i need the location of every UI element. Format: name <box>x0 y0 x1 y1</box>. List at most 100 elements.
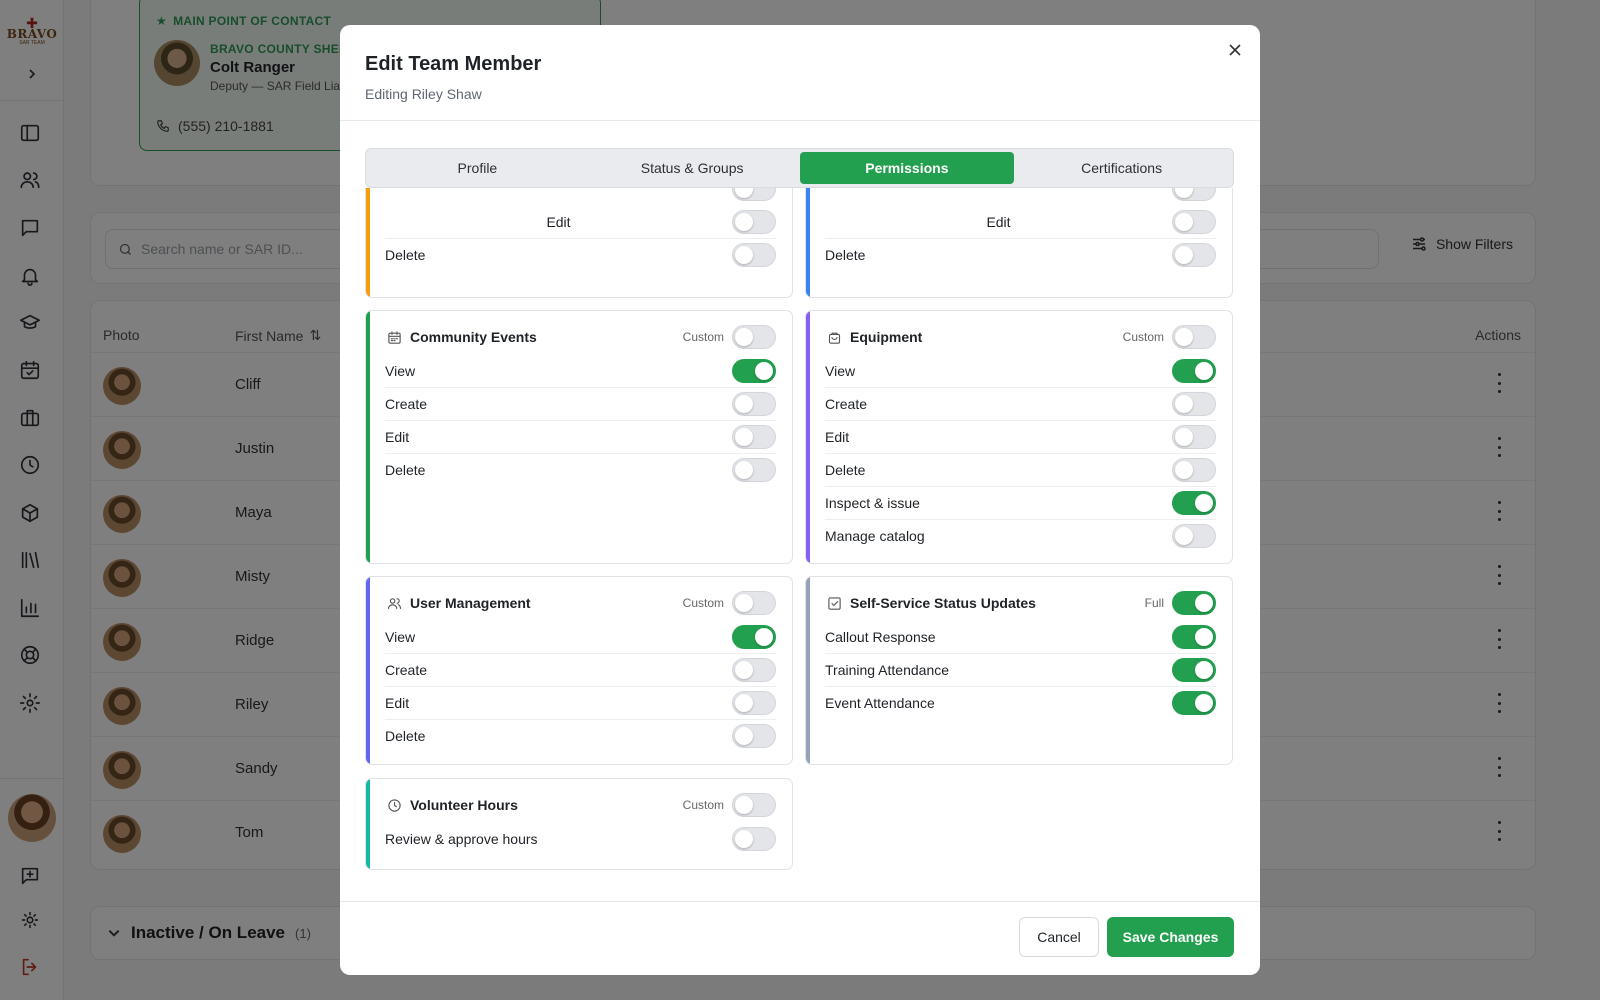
permission-label: Edit <box>385 428 410 445</box>
permission-toggle[interactable] <box>732 723 776 748</box>
save-changes-button[interactable]: Save Changes <box>1107 917 1234 957</box>
permission-label: Inspect & issue <box>825 494 920 511</box>
permission-label: Edit <box>546 213 571 230</box>
permission-toggle[interactable] <box>732 424 776 449</box>
permission-row: Edit <box>385 205 776 238</box>
permission-toggle[interactable] <box>1172 424 1216 449</box>
permission-card-partial: Edit Delete <box>805 188 1233 298</box>
close-icon <box>1229 44 1241 56</box>
permissions-scroll-area[interactable]: Edit Delete Edit Delete Community Events Cust… <box>365 188 1234 900</box>
section-title: Volunteer Hours <box>410 797 518 813</box>
permission-toggle[interactable] <box>1172 624 1216 649</box>
permission-row: Inspect & issue <box>825 486 1216 519</box>
permission-toggle[interactable] <box>1172 358 1216 383</box>
permission-toggle[interactable] <box>732 188 776 201</box>
permission-toggle[interactable] <box>732 826 776 851</box>
permission-toggle[interactable] <box>1172 457 1216 482</box>
permission-label: Create <box>385 395 428 412</box>
permission-label: Review & approve hours <box>385 830 538 847</box>
tab-permissions[interactable]: Permissions <box>799 152 1015 184</box>
permission-toggle[interactable] <box>732 242 776 267</box>
permission-toggle[interactable] <box>732 209 776 234</box>
permission-label: View <box>385 362 416 379</box>
permission-label: Training Attendance <box>825 661 950 678</box>
permission-row: Edit <box>825 205 1216 238</box>
permission-toggle[interactable] <box>1172 188 1216 201</box>
permission-card-user-management: User Management Custom View Create Edit Delet… <box>365 576 793 765</box>
dialog-subtitle: Editing Riley Shaw <box>365 86 482 102</box>
permission-toggle[interactable] <box>1172 657 1216 682</box>
permission-row: Delete <box>825 453 1216 486</box>
calendar-icon <box>386 329 402 345</box>
permission-toggle[interactable] <box>732 624 776 649</box>
permission-label: Callout Response <box>825 628 936 645</box>
permission-row: Edit <box>825 420 1216 453</box>
permission-card-partial: Edit Delete <box>365 188 793 298</box>
cancel-button[interactable]: Cancel <box>1019 917 1099 957</box>
permission-label: Create <box>385 661 428 678</box>
permission-row: View <box>385 620 776 653</box>
permission-row: Review & approve hours <box>385 822 776 855</box>
permission-label: View <box>385 628 416 645</box>
permission-label: Delete <box>825 461 866 478</box>
permission-row: Delete <box>385 238 776 271</box>
permission-toggle[interactable] <box>1172 209 1216 234</box>
permission-label: Delete <box>825 246 866 263</box>
permission-label: Edit <box>825 428 850 445</box>
permission-toggle[interactable] <box>1172 690 1216 715</box>
permission-row: Manage catalog <box>825 519 1216 552</box>
permission-row: Training Attendance <box>825 653 1216 686</box>
section-master-toggle[interactable] <box>732 793 776 817</box>
permission-toggle[interactable] <box>1172 523 1216 548</box>
permission-toggle[interactable] <box>1172 490 1216 515</box>
permission-toggle[interactable] <box>732 457 776 482</box>
section-title: User Management <box>410 595 531 611</box>
section-master-toggle[interactable] <box>1172 325 1216 349</box>
permission-card-volunteer-hours: Volunteer Hours Custom Review & approve ho… <box>365 778 793 870</box>
permission-toggle[interactable] <box>1172 391 1216 416</box>
bag-icon <box>826 329 842 345</box>
permission-toggle[interactable] <box>732 391 776 416</box>
permission-row: Create <box>825 387 1216 420</box>
permission-label: Delete <box>385 461 426 478</box>
permission-card-equipment: Equipment Custom View Create Edit Delete Inspe… <box>805 310 1233 564</box>
close-button[interactable] <box>1224 39 1246 61</box>
clock-icon <box>386 797 402 813</box>
section-master-toggle[interactable] <box>1172 591 1216 615</box>
permission-label: Edit <box>385 694 410 711</box>
permission-toggle[interactable] <box>1172 242 1216 267</box>
permission-label: Delete <box>385 246 426 263</box>
users-icon <box>386 595 402 611</box>
section-master-toggle[interactable] <box>732 325 776 349</box>
permission-toggle[interactable] <box>732 657 776 682</box>
section-title: Self-Service Status Updates <box>850 595 1036 611</box>
edit-team-member-dialog: Edit Team Member Editing Riley Shaw Prof… <box>340 25 1260 975</box>
section-master-toggle[interactable] <box>732 591 776 615</box>
permission-row: Create <box>385 387 776 420</box>
tab-certifications[interactable]: Certifications <box>1014 152 1229 184</box>
permission-toggle[interactable] <box>732 690 776 715</box>
access-level: Custom <box>682 798 724 812</box>
permission-label: Create <box>825 395 868 412</box>
access-level: Custom <box>682 330 724 344</box>
tab-profile[interactable]: Profile <box>370 152 585 184</box>
permission-row: Edit <box>385 686 776 719</box>
permission-row: Edit <box>385 420 776 453</box>
permission-card-community-events: Community Events Custom View Create Edit Dele… <box>365 310 793 564</box>
permission-label: Manage catalog <box>825 527 925 544</box>
permission-row: Create <box>385 653 776 686</box>
section-title: Community Events <box>410 329 537 345</box>
permission-label: Delete <box>385 727 426 744</box>
permission-toggle[interactable] <box>732 358 776 383</box>
permission-row: Event Attendance <box>825 686 1216 719</box>
checkbox-icon <box>826 595 842 611</box>
permission-label: View <box>825 362 856 379</box>
permission-row: View <box>825 354 1216 387</box>
permission-row: Delete <box>825 238 1216 271</box>
permission-row: Delete <box>385 453 776 486</box>
permission-row: Callout Response <box>825 620 1216 653</box>
permission-card-self-service: Self-Service Status Updates Full Callout R… <box>805 576 1233 765</box>
permission-row: Delete <box>385 719 776 752</box>
dialog-title: Edit Team Member <box>365 53 542 75</box>
tab-status-groups[interactable]: Status & Groups <box>585 152 800 184</box>
